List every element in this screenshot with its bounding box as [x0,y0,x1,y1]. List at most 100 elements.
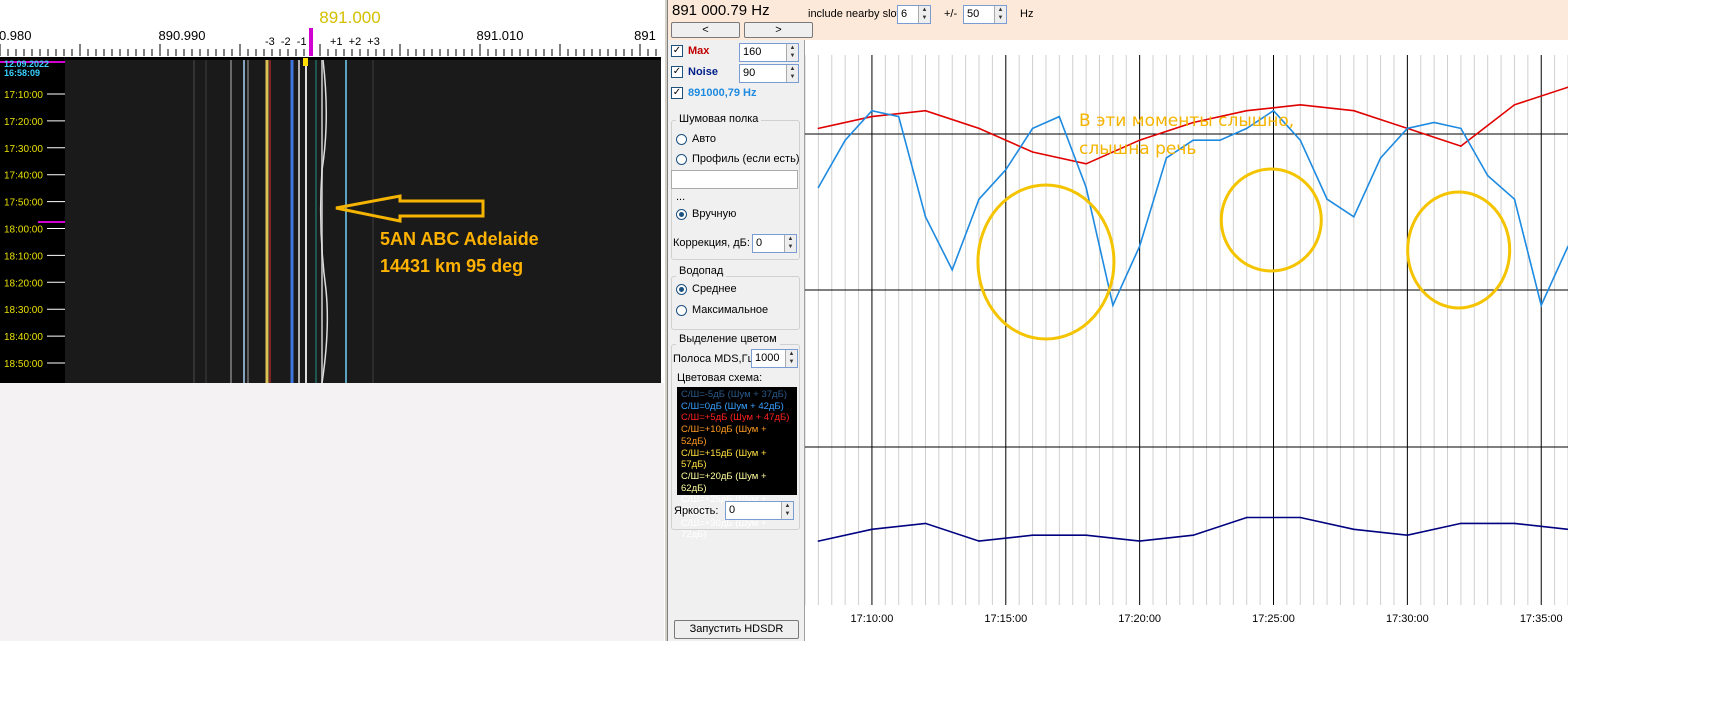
time-axis: 17:10:00 17:20:00 17:30:00 17:40:00 17:50:00… [0,57,65,383]
data-point [1058,115,1061,118]
data-point [871,115,873,118]
data-point [1299,104,1302,106]
data-point [1486,174,1489,177]
data-point [924,109,927,112]
freq-series-label: 891000,79 Hz [688,87,757,99]
station-line2: 14431 km 95 deg [380,256,524,276]
hz-label: Hz [1020,8,1034,20]
spinner-arrows-icon[interactable]: ▲ ▼ [786,65,798,82]
data-point [1085,534,1087,536]
x-tick-label: 17:10:00 [851,613,894,625]
correction-value: 0 [756,237,763,249]
data-point [978,127,980,130]
spinner-arrows-icon[interactable]: ▲ ▼ [781,502,793,519]
max-input[interactable]: 160 ▲ ▼ [739,43,799,62]
noise-checkbox[interactable]: ✓ [671,66,683,78]
data-point [1112,304,1114,307]
nearby-slots-input[interactable]: 6 ▲ ▼ [897,5,931,24]
highlight-ellipse [1406,190,1512,310]
maximum-radio[interactable] [676,305,687,316]
profile-label: Профиль (если есть) [692,153,800,165]
data-point [1460,145,1462,147]
settings-panel: ✓ Max 160 ▲ ▼ ✓ Noise 90 ▲ ▼ ✓ 891000,79 Hz … [668,40,805,641]
data-point [817,186,820,189]
data-point [871,109,873,112]
freq-tick-label: 890.980 [0,28,32,43]
x-axis-bg [805,605,1568,641]
time-marker [38,221,65,223]
data-point [1513,522,1516,525]
highlight-ellipse [1219,167,1323,273]
waterfall-panel[interactable]: 891.000 890.980 890.990 891.010 891 -3 -… [0,0,661,383]
data-point [1138,540,1141,542]
spinner-arrows-icon[interactable]: ▲ ▼ [784,235,796,252]
data-point [1031,534,1034,536]
time-tick-label: 17:30:00 [4,144,43,155]
freq-marker-label: 891.000 [319,8,380,27]
brightness-label: Яркость: [674,505,719,517]
mds-input[interactable]: 1000 ▲ ▼ [751,349,798,368]
top-bar: 891 000.79 Hz include nearby slots: 6 ▲ ▼ … [668,0,1568,40]
spinner-arrows-icon[interactable]: ▲ ▼ [994,6,1006,23]
noise-input[interactable]: 90 ▲ ▼ [739,64,799,83]
data-point [844,139,846,142]
x-tick-label: 17:20:00 [1118,613,1161,625]
marker-peak [303,58,308,66]
prev-button[interactable]: < [671,22,740,38]
manual-label: Вручную [692,208,737,220]
offset-plus-labels: +1 +2 +3 [330,36,380,48]
data-point [924,522,927,525]
plusminus-input[interactable]: 50 ▲ ▼ [963,5,1007,24]
freq-marker-line [309,28,313,56]
frequency-readout: 891 000.79 Hz [672,2,770,19]
x-tick-label: 17:15:00 [984,613,1027,625]
data-point [1299,516,1302,519]
station-annotation: 5AN ABC Adelaide 14431 km 95 deg [380,226,539,280]
scheme-entry: С/Ш=+10дБ (Шум + 52дБ) [681,424,767,447]
launch-hdsdr-button[interactable]: Запустить HDSDR [674,620,799,639]
data-point [1004,168,1007,171]
freq-tick-label: 891 [634,28,656,43]
spinner-arrows-icon[interactable]: ▲ ▼ [918,6,930,23]
station-line1: 5AN ABC Adelaide [380,229,539,249]
freq-checkbox[interactable]: ✓ [671,87,683,99]
data-point [1513,104,1516,106]
profile-field[interactable] [671,170,798,189]
color-title: Выделение цветом [676,333,780,345]
time-tick-label: 18:10:00 [4,251,43,262]
correction-label: Коррекция, дБ: [673,237,750,249]
max-value: 160 [743,46,762,58]
next-button[interactable]: > [744,22,813,38]
noise-label: Noise [688,66,718,78]
data-point [1513,198,1516,200]
average-label: Среднее [692,283,737,295]
plusminus-label: +/- [944,8,958,20]
data-point [1085,162,1087,165]
data-point [1433,121,1435,124]
brightness-input[interactable]: 0 ▲ ▼ [725,501,794,520]
max-checkbox[interactable]: ✓ [671,45,683,57]
auto-radio[interactable] [676,134,687,145]
average-radio[interactable] [676,284,687,295]
manual-radio[interactable] [676,209,687,220]
waterfall-svg[interactable]: 891.000 890.980 890.990 891.010 891 -3 -… [0,0,661,383]
waterfall-noise [65,60,661,383]
noise-shelf-title: Шумовая полка [676,113,762,125]
noise-value: 90 [743,67,756,79]
waterfall-title: Водопад [676,265,727,277]
nearby-slots-label: include nearby slots: [808,8,909,20]
data-point [951,269,954,271]
spinner-arrows-icon[interactable]: ▲ ▼ [785,350,797,367]
scheme-entry: С/Ш=+20дБ (Шум + 62дБ) [681,470,767,494]
time-tick-label: 17:20:00 [4,117,43,128]
spinner-arrows-icon[interactable]: ▲ ▼ [786,44,798,61]
time-tick-label: 18:40:00 [4,332,43,343]
data-point [1031,151,1034,153]
plusminus-value: 50 [967,8,980,20]
data-point [1460,522,1462,525]
brightness-value: 0 [729,504,736,516]
profile-radio[interactable] [676,154,687,165]
correction-input[interactable]: 0 ▲ ▼ [752,234,797,253]
time-tick-label: 18:30:00 [4,305,43,316]
maximum-label: Максимальное [692,304,769,316]
